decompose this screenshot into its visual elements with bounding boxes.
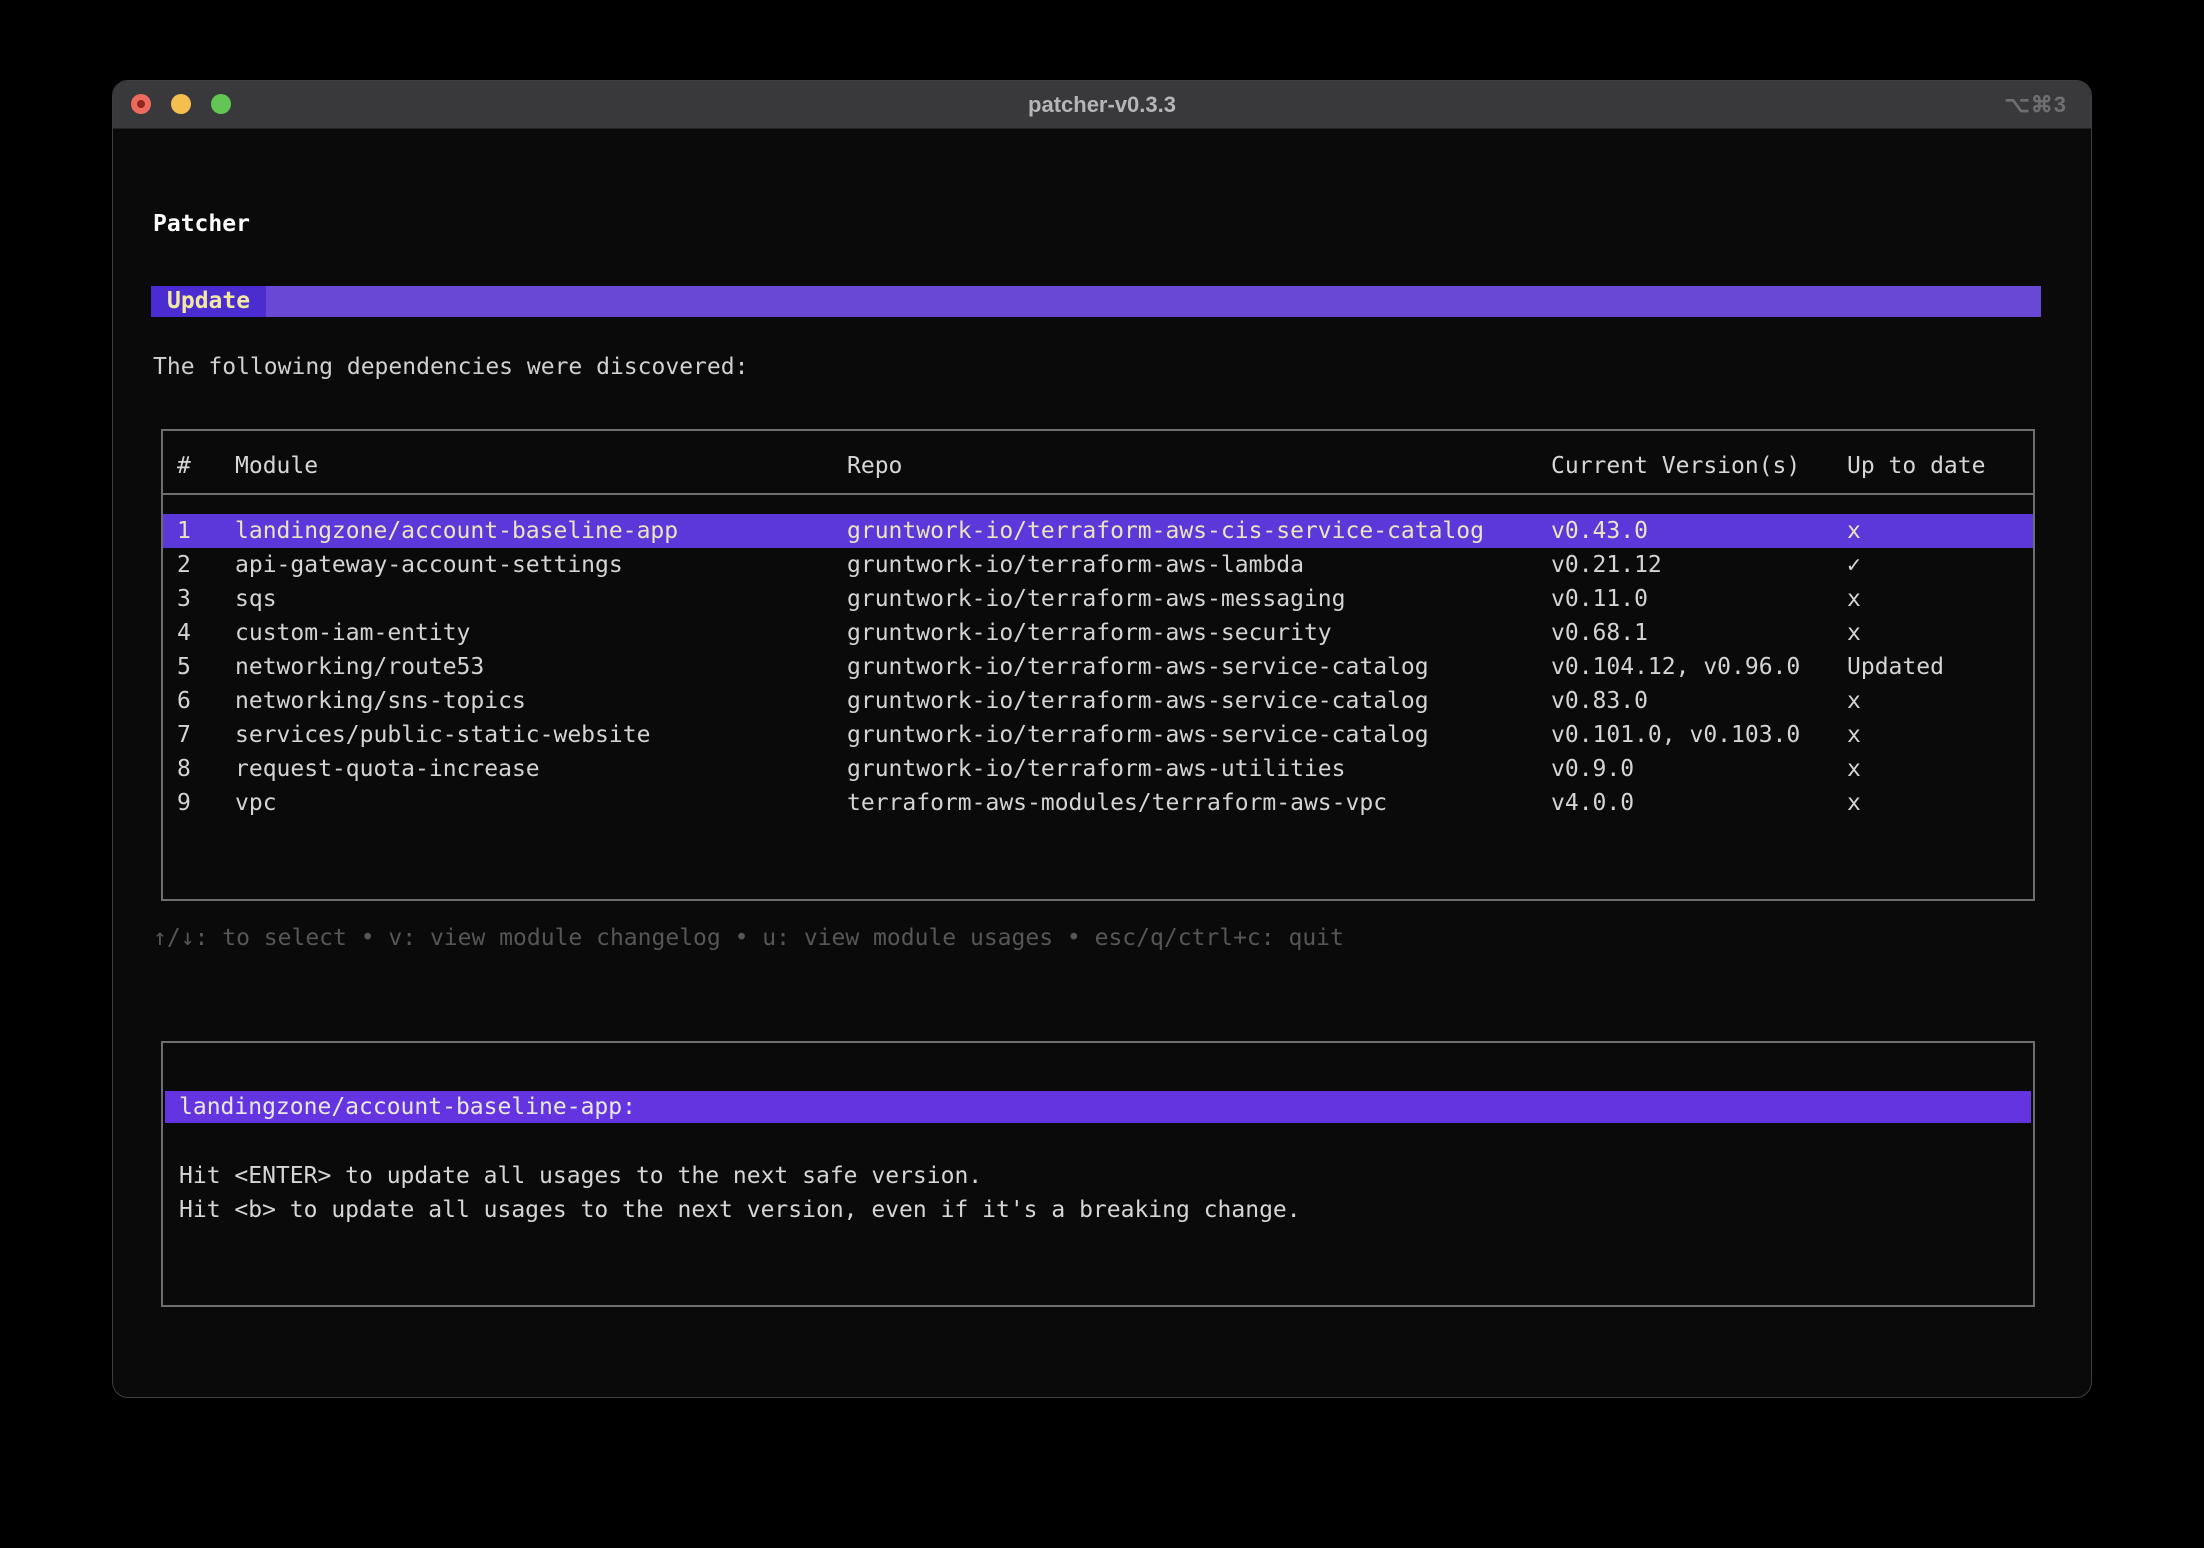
window-title: patcher-v0.3.3	[1028, 92, 1176, 118]
row-module: sqs	[235, 582, 277, 616]
terminal-window: patcher-v0.3.3 ⌥⌘3 Patcher Update The fo…	[112, 80, 2092, 1398]
dependency-table: # Module Repo Current Version(s) Up to d…	[161, 429, 2035, 901]
row-module: api-gateway-account-settings	[235, 548, 623, 582]
header-number: #	[177, 455, 191, 478]
tab-bar: Update	[151, 286, 2041, 317]
row-repo: gruntwork-io/terraform-aws-service-catal…	[847, 684, 1429, 718]
row-repo: terraform-aws-modules/terraform-aws-vpc	[847, 786, 1387, 820]
row-number: 8	[177, 752, 191, 786]
table-row[interactable]: 7 services/public-static-website gruntwork…	[163, 718, 2033, 752]
row-versions: v0.104.12, v0.96.0	[1551, 650, 1800, 684]
zoom-button[interactable]	[211, 94, 231, 114]
row-repo: gruntwork-io/terraform-aws-utilities	[847, 752, 1346, 786]
table-row[interactable]: 1 landingzone/account-baseline-app gruntwo…	[163, 514, 2033, 548]
row-versions: v0.101.0, v0.103.0	[1551, 718, 1800, 752]
detail-lines: Hit <ENTER> to update all usages to the …	[163, 1159, 2033, 1227]
table-row[interactable]: 5 networking/route53 gruntwork-io/terrafor…	[163, 650, 2033, 684]
row-repo: gruntwork-io/terraform-aws-service-catal…	[847, 718, 1429, 752]
header-module: Module	[235, 455, 318, 478]
row-versions: v0.43.0	[1551, 514, 1648, 548]
row-status: x	[1847, 752, 1861, 786]
row-repo: gruntwork-io/terraform-aws-service-catal…	[847, 650, 1429, 684]
row-number: 6	[177, 684, 191, 718]
row-module: networking/route53	[235, 650, 484, 684]
row-status: x	[1847, 786, 1861, 820]
row-versions: v0.9.0	[1551, 752, 1634, 786]
row-repo: gruntwork-io/terraform-aws-security	[847, 616, 1332, 650]
page-title: Patcher	[153, 207, 250, 241]
row-module: landingzone/account-baseline-app	[235, 514, 678, 548]
row-number: 2	[177, 548, 191, 582]
header-current-versions: Current Version(s)	[1551, 455, 1800, 478]
tab-update[interactable]: Update	[151, 286, 266, 317]
row-status: ✓	[1847, 548, 1861, 582]
detail-panel: landingzone/account-baseline-app: Hit <E…	[161, 1041, 2035, 1307]
row-versions: v0.68.1	[1551, 616, 1648, 650]
row-module: services/public-static-website	[235, 718, 650, 752]
row-status: Updated	[1847, 650, 1944, 684]
table-row[interactable]: 4 custom-iam-entity gruntwork-io/terraform…	[163, 616, 2033, 650]
row-repo: gruntwork-io/terraform-aws-messaging	[847, 582, 1346, 616]
row-status: x	[1847, 582, 1861, 616]
row-module: networking/sns-topics	[235, 684, 526, 718]
row-module: vpc	[235, 786, 277, 820]
table-row[interactable]: 9 vpc terraform-aws-modules/terraform-aws-…	[163, 786, 2033, 820]
row-status: x	[1847, 616, 1861, 650]
traffic-lights	[131, 94, 231, 114]
minimize-button[interactable]	[171, 94, 191, 114]
table-row[interactable]: 6 networking/sns-topics gruntwork-io/terra…	[163, 684, 2033, 718]
row-number: 7	[177, 718, 191, 752]
row-repo: gruntwork-io/terraform-aws-lambda	[847, 548, 1304, 582]
row-number: 4	[177, 616, 191, 650]
table-row[interactable]: 3 sqs gruntwork-io/terraform-aws-messaging…	[163, 582, 2033, 616]
title-bar: patcher-v0.3.3 ⌥⌘3	[113, 81, 2091, 129]
detail-line: Hit <b> to update all usages to the next…	[179, 1193, 2033, 1227]
window-shortcut-hint: ⌥⌘3	[2004, 81, 2067, 128]
intro-text: The following dependencies were discover…	[153, 350, 748, 384]
row-versions: v4.0.0	[1551, 786, 1634, 820]
row-status: x	[1847, 718, 1861, 752]
row-number: 1	[177, 514, 191, 548]
table-row[interactable]: 2 api-gateway-account-settings gruntwork-i…	[163, 548, 2033, 582]
close-button[interactable]	[131, 94, 151, 114]
header-repo: Repo	[847, 455, 902, 478]
row-module: request-quota-increase	[235, 752, 540, 786]
row-number: 3	[177, 582, 191, 616]
keybinding-help: ↑/↓: to select • v: view module changelo…	[153, 921, 1344, 955]
row-versions: v0.21.12	[1551, 548, 1662, 582]
row-number: 5	[177, 650, 191, 684]
row-versions: v0.11.0	[1551, 582, 1648, 616]
row-number: 9	[177, 786, 191, 820]
dependency-table-body: 1 landingzone/account-baseline-app gruntwo…	[163, 495, 2033, 820]
header-up-to-date: Up to date	[1847, 455, 1985, 478]
selected-module-highlight: landingzone/account-baseline-app:	[165, 1091, 2031, 1123]
dependency-table-header: # Module Repo Current Version(s) Up to d…	[163, 431, 2033, 495]
row-repo: gruntwork-io/terraform-aws-cis-service-c…	[847, 514, 1484, 548]
row-module: custom-iam-entity	[235, 616, 470, 650]
row-status: x	[1847, 684, 1861, 718]
table-row[interactable]: 8 request-quota-increase gruntwork-io/terr…	[163, 752, 2033, 786]
terminal-content: Patcher Update The following dependencie…	[113, 128, 2091, 1397]
row-versions: v0.83.0	[1551, 684, 1648, 718]
row-status: x	[1847, 514, 1861, 548]
detail-line: Hit <ENTER> to update all usages to the …	[179, 1159, 2033, 1193]
